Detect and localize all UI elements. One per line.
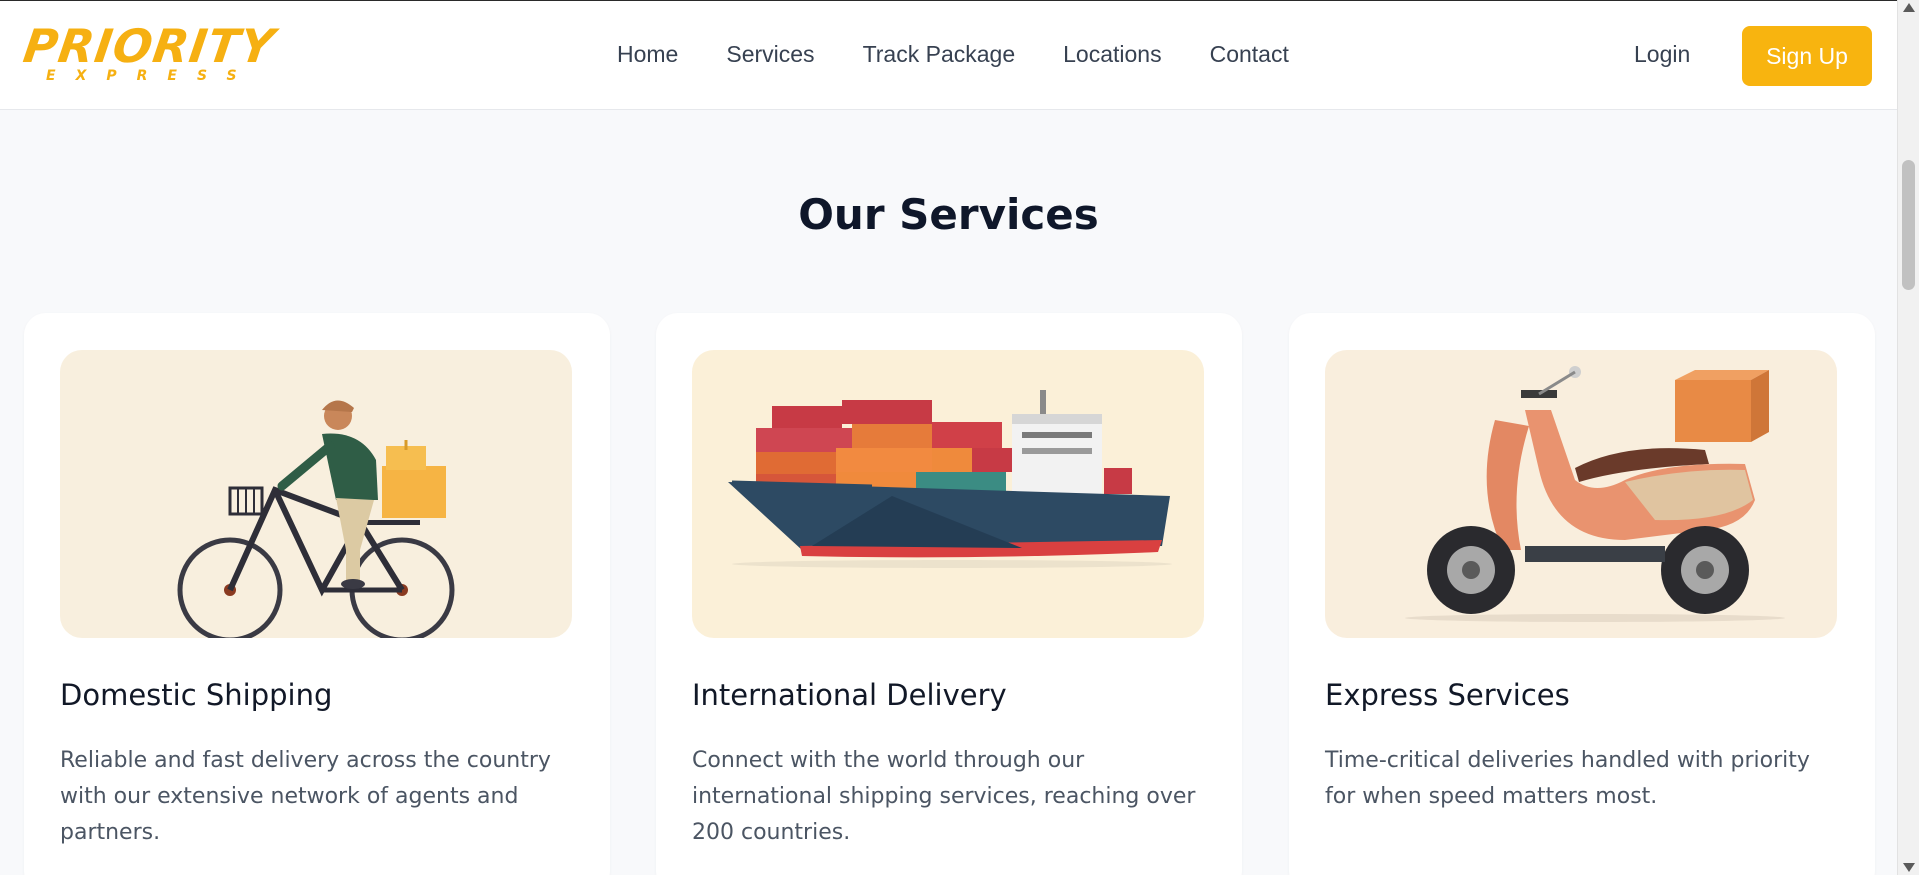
card-title: Domestic Shipping bbox=[60, 678, 333, 712]
cargo-ship-illustration bbox=[692, 350, 1204, 638]
brand-logo-wordmark: PRIORITY bbox=[20, 19, 279, 73]
page-scrollbar[interactable] bbox=[1897, 0, 1919, 875]
card-description: Reliable and fast delivery across the co… bbox=[60, 748, 551, 845]
card-title: International Delivery bbox=[692, 678, 1007, 712]
service-card-express[interactable]: Express Services Time-critical deliverie… bbox=[1289, 313, 1875, 875]
login-link[interactable]: Login bbox=[1634, 41, 1690, 68]
scroll-down-arrow-icon[interactable] bbox=[1903, 863, 1915, 872]
brand-logo[interactable]: PRIORITY EXPRESS bbox=[20, 19, 284, 85]
scrollbar-thumb[interactable] bbox=[1902, 160, 1915, 290]
service-card-international[interactable]: International Delivery Connect with the … bbox=[656, 313, 1242, 875]
section-title: Our Services bbox=[798, 190, 1099, 239]
service-card-domestic[interactable]: Domestic Shipping Reliable and fast deli… bbox=[24, 313, 610, 875]
card-description: Time-critical deliveries handled with pr… bbox=[1325, 748, 1810, 809]
card-description: Connect with the world through our inter… bbox=[692, 748, 1196, 845]
bicycle-courier-illustration bbox=[60, 350, 572, 638]
nav-services[interactable]: Services bbox=[726, 41, 814, 68]
scroll-up-arrow-icon[interactable] bbox=[1903, 3, 1915, 12]
signup-button[interactable]: Sign Up bbox=[1742, 26, 1872, 86]
scooter-delivery-illustration bbox=[1325, 350, 1837, 638]
card-title: Express Services bbox=[1325, 678, 1570, 712]
nav-locations[interactable]: Locations bbox=[1063, 41, 1161, 68]
nav-contact[interactable]: Contact bbox=[1210, 41, 1289, 68]
main-nav: Home Services Track Package Locations Co… bbox=[617, 41, 1337, 68]
nav-home[interactable]: Home bbox=[617, 41, 678, 68]
site-header: PRIORITY EXPRESS Home Services Track Pac… bbox=[0, 0, 1897, 110]
nav-track-package[interactable]: Track Package bbox=[863, 41, 1016, 68]
